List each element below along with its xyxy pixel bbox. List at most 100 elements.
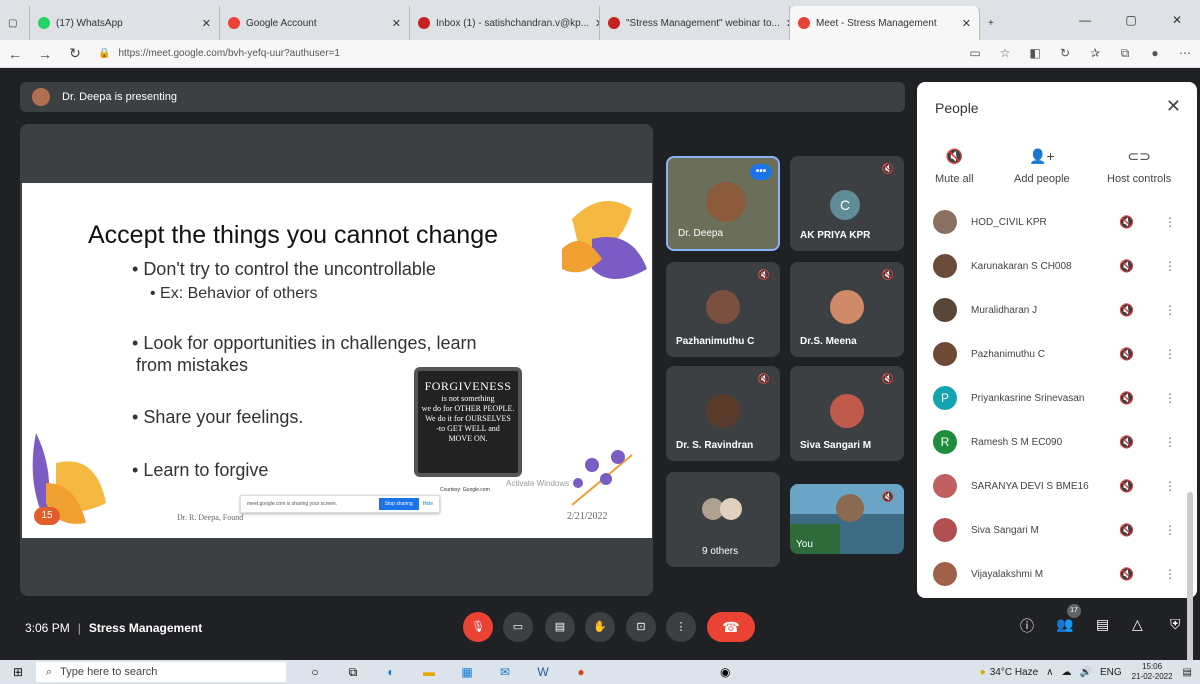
participant-tile[interactable]: 🔇 Dr.S. Meena xyxy=(790,262,904,357)
windows-start-icon[interactable]: ⊞ xyxy=(0,665,36,679)
info-icon[interactable]: ⓘ xyxy=(1020,616,1034,636)
more-vert-icon[interactable]: ⋮ xyxy=(1164,479,1176,493)
participant-row[interactable]: HOD_CIVIL KPR 🔇 ⋮ xyxy=(917,200,1197,244)
participant-tile[interactable]: 🔇 C AK PRIYA KPR xyxy=(790,156,904,251)
tab-actions-button[interactable]: ▢ xyxy=(0,6,30,40)
tab-inbox[interactable]: Inbox (1) - satishchandran.v@kp... ✕ xyxy=(410,6,600,40)
volume-icon[interactable]: 🔊 xyxy=(1080,667,1092,678)
forward-icon[interactable]: → xyxy=(30,46,60,62)
more-options-icon[interactable]: ••• xyxy=(750,164,772,180)
more-vert-icon[interactable]: ⋮ xyxy=(1164,347,1176,361)
participant-row[interactable]: Vijayalakshmi M 🔇 ⋮ xyxy=(917,552,1197,596)
mic-off-icon[interactable]: 🔇 xyxy=(1119,347,1134,361)
url-input[interactable]: 🔒 https://meet.google.com/bvh-yefq-uur?a… xyxy=(90,43,960,65)
participant-row[interactable]: Pazhanimuthu C 🔇 ⋮ xyxy=(917,332,1197,376)
captions-button[interactable]: ▤ xyxy=(545,612,575,642)
new-tab-button[interactable]: + xyxy=(980,6,1004,40)
extension-icon[interactable]: ◧ xyxy=(1020,46,1050,61)
self-view-tile[interactable]: 🔇 You xyxy=(790,484,904,554)
mic-off-icon[interactable]: 🔇 xyxy=(1119,215,1134,229)
mic-off-icon[interactable]: 🔇 xyxy=(1119,567,1134,581)
slide-bullet: • Don't try to control the uncontrollabl… xyxy=(132,259,436,279)
profile-icon[interactable]: ● xyxy=(1140,46,1170,61)
file-explorer-icon[interactable]: ▬ xyxy=(410,665,448,680)
stop-sharing-button[interactable]: Stop sharing xyxy=(378,498,419,510)
word-icon[interactable]: W xyxy=(524,665,562,680)
chat-icon[interactable]: ▤ xyxy=(1096,616,1109,633)
hide-button[interactable]: Hide xyxy=(423,501,433,507)
more-icon[interactable]: ⋯ xyxy=(1170,46,1200,61)
powerpoint-icon[interactable]: ● xyxy=(562,665,600,680)
present-button[interactable]: ⊡ xyxy=(626,612,656,642)
tab-google-account[interactable]: Google Account ✕ xyxy=(220,6,410,40)
back-icon[interactable]: ← xyxy=(0,46,30,62)
tab-whatsapp[interactable]: (17) WhatsApp ✕ xyxy=(30,6,220,40)
more-vert-icon[interactable]: ⋮ xyxy=(1164,391,1176,405)
close-icon[interactable]: ✕ xyxy=(386,17,401,30)
favorites-icon[interactable]: ✰ xyxy=(1080,46,1110,61)
activities-icon[interactable]: △ xyxy=(1132,616,1143,633)
more-vert-icon[interactable]: ⋮ xyxy=(1164,435,1176,449)
participant-video xyxy=(706,182,746,222)
mic-off-icon[interactable]: 🔇 xyxy=(1119,479,1134,493)
notification-icon[interactable]: ▤ xyxy=(1183,667,1192,678)
mic-off-icon[interactable]: 🔇 xyxy=(1119,259,1134,273)
network-icon[interactable]: ☁ xyxy=(1062,667,1072,678)
participant-row[interactable]: R Ramesh S M EC090 🔇 ⋮ xyxy=(917,420,1197,464)
tab-meet[interactable]: Meet - Stress Management ✕ xyxy=(790,6,980,40)
mute-all-button[interactable]: 🔇 Mute all xyxy=(935,148,974,185)
tray-overflow-icon[interactable]: ∧ xyxy=(1046,667,1053,678)
people-icon[interactable]: 👥 xyxy=(1056,616,1073,633)
mic-off-icon[interactable]: 🔇 xyxy=(1119,523,1134,537)
close-icon[interactable]: ✕ xyxy=(1166,96,1181,117)
taskbar-search[interactable]: ⌕ Type here to search xyxy=(36,662,286,682)
more-options-button[interactable]: ⋮ xyxy=(666,612,696,642)
participant-tile[interactable]: 🔇 Dr. S. Ravindran xyxy=(666,366,780,461)
host-controls-button[interactable]: ⊂⊃ Host controls xyxy=(1107,148,1171,185)
mic-toggle-button[interactable]: 🎙 xyxy=(463,612,493,642)
mic-off-icon: 🔇 xyxy=(881,270,894,281)
tab-webinar[interactable]: "Stress Management" webinar to... ✕ xyxy=(600,6,790,40)
cortana-icon[interactable]: ○ xyxy=(296,665,334,680)
participant-row[interactable]: SARANYA DEVI S BME16 🔇 ⋮ xyxy=(917,464,1197,508)
camera-icon[interactable]: ▭ xyxy=(960,46,990,61)
participant-row[interactable]: Siva Sangari M 🔇 ⋮ xyxy=(917,508,1197,552)
collections-icon[interactable]: ⧉ xyxy=(1110,46,1140,61)
task-view-icon[interactable]: ⧉ xyxy=(334,665,372,680)
store-icon[interactable]: ▦ xyxy=(448,665,486,680)
close-icon[interactable]: ✕ xyxy=(589,17,599,30)
close-icon[interactable]: ✕ xyxy=(956,17,971,30)
refresh-icon[interactable]: ↻ xyxy=(60,45,90,62)
favorite-icon[interactable]: ☆ xyxy=(990,46,1020,61)
edge-icon[interactable]: ◐ xyxy=(372,665,410,680)
more-vert-icon[interactable]: ⋮ xyxy=(1164,567,1176,581)
participant-row[interactable]: Muralidharan J 🔇 ⋮ xyxy=(917,288,1197,332)
more-vert-icon[interactable]: ⋮ xyxy=(1164,523,1176,537)
participant-tile[interactable]: 🔇 Siva Sangari M xyxy=(790,366,904,461)
minimize-icon[interactable]: — xyxy=(1062,13,1108,27)
more-vert-icon[interactable]: ⋮ xyxy=(1164,303,1176,317)
more-vert-icon[interactable]: ⋮ xyxy=(1164,259,1176,273)
participant-row[interactable]: P Priyankasrine Srinevasan 🔇 ⋮ xyxy=(917,376,1197,420)
add-people-button[interactable]: 👤+ Add people xyxy=(1014,148,1070,185)
participant-tile[interactable]: 🔇 Pazhanimuthu C xyxy=(666,262,780,357)
close-window-icon[interactable]: ✕ xyxy=(1154,13,1200,27)
mic-off-icon[interactable]: 🔇 xyxy=(1119,303,1134,317)
raise-hand-button[interactable]: ✋ xyxy=(585,612,615,642)
mail-icon[interactable]: ✉ xyxy=(486,665,524,680)
close-icon[interactable]: ✕ xyxy=(196,17,211,30)
mic-off-icon[interactable]: 🔇 xyxy=(1119,391,1134,405)
camera-toggle-button[interactable]: ▭ xyxy=(503,612,533,642)
maximize-icon[interactable]: ▢ xyxy=(1108,13,1154,27)
participant-row[interactable]: Karunakaran S CH008 🔇 ⋮ xyxy=(917,244,1197,288)
chrome-icon[interactable]: ◉ xyxy=(720,665,730,679)
more-vert-icon[interactable]: ⋮ xyxy=(1164,215,1176,229)
refresh-page-icon[interactable]: ↻ xyxy=(1050,46,1080,61)
host-controls-icon[interactable]: ⛨ xyxy=(1170,616,1181,633)
end-call-button[interactable]: ☎ xyxy=(707,612,755,642)
others-tile[interactable]: 9 others xyxy=(666,472,780,567)
participant-tile-presenter[interactable]: ••• Dr. Deepa xyxy=(666,156,780,251)
close-icon[interactable]: ✕ xyxy=(780,17,789,30)
mic-off-icon[interactable]: 🔇 xyxy=(1119,435,1134,449)
clock[interactable]: 15:06 21-02-2022 xyxy=(1132,662,1173,682)
